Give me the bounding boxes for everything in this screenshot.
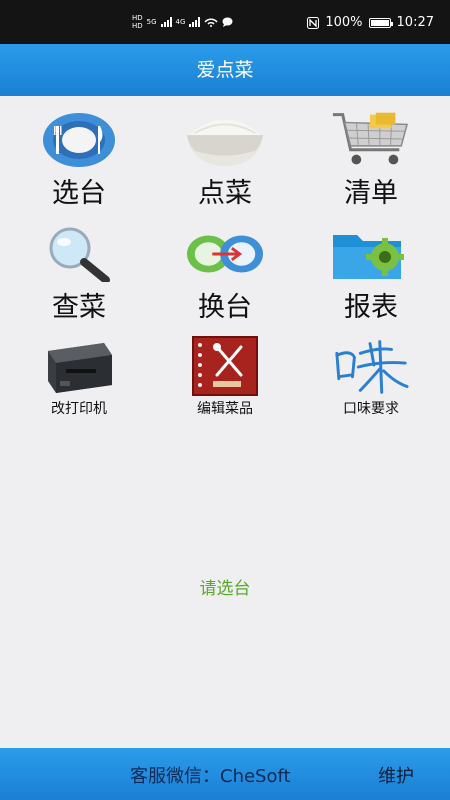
network-5g-label: 5G — [146, 18, 157, 26]
menu-item-reports[interactable]: 报表 — [296, 216, 446, 334]
menu-item-select-table[interactable]: 选台 — [4, 102, 154, 220]
taste-calligraphy-icon — [331, 334, 411, 398]
menu-item-taste-requirements[interactable]: 口味要求 — [296, 328, 446, 446]
menu-item-label: 选台 — [52, 178, 106, 209]
shopping-cart-icon — [331, 108, 411, 172]
printer-icon — [39, 334, 119, 398]
clock: 10:27 — [396, 15, 434, 30]
page-title: 爱点菜 — [196, 59, 254, 81]
status-left-icons: HD HD 5G 4G — [132, 14, 233, 30]
footer-bar: 客服微信：CheSoft 维护 — [0, 748, 450, 800]
menu-item-label: 改打印机 — [51, 401, 107, 417]
rice-bowl-icon — [185, 108, 265, 172]
title-bar: 爱点菜 — [0, 44, 450, 96]
hd-badge-1: HD — [132, 14, 143, 22]
menu-item-edit-dishes[interactable]: 编辑菜品 — [150, 328, 300, 446]
wifi-icon — [204, 18, 218, 27]
menu-item-order-dishes[interactable]: 点菜 — [150, 102, 300, 220]
nfc-icon — [307, 16, 320, 29]
battery-fill — [370, 19, 389, 26]
menu-item-label: 换台 — [198, 292, 252, 323]
signal-5g-icon — [160, 17, 172, 27]
maintenance-button[interactable]: 维护 — [378, 762, 414, 788]
menu-item-change-printer[interactable]: 改打印机 — [4, 328, 154, 446]
select-table-prompt: 请选台 — [199, 579, 251, 599]
magnifier-icon — [39, 222, 119, 286]
hd-badge-2: HD — [132, 22, 143, 30]
menu-item-label: 报表 — [344, 292, 398, 323]
status-right-icons: 100% 10:27 — [307, 15, 434, 30]
battery-percent: 100% — [325, 15, 363, 30]
menu-item-order-list[interactable]: 清单 — [296, 102, 446, 220]
swap-plates-icon — [185, 222, 265, 286]
menu-item-label: 清单 — [344, 178, 398, 209]
menu-item-label: 查菜 — [52, 292, 106, 323]
menu-item-change-table[interactable]: 换台 — [150, 216, 300, 334]
signal-4g-icon — [189, 17, 201, 27]
battery-icon — [368, 17, 393, 28]
message-icon — [222, 17, 233, 27]
menu-item-label: 编辑菜品 — [197, 401, 253, 417]
status-bar: HD HD 5G 4G 100% 10:27 — [0, 0, 450, 44]
menu-item-label: 点菜 — [198, 178, 252, 209]
folder-gear-icon — [331, 222, 411, 286]
network-4g-label: 4G — [175, 18, 186, 26]
menu-item-search-dish[interactable]: 查菜 — [4, 216, 154, 334]
menu-book-icon — [185, 334, 265, 398]
hd-indicators: HD HD — [132, 14, 143, 30]
customer-service-wechat: 客服微信：CheSoft — [130, 766, 291, 787]
plate-icon — [39, 108, 119, 172]
menu-item-label: 口味要求 — [343, 401, 399, 417]
